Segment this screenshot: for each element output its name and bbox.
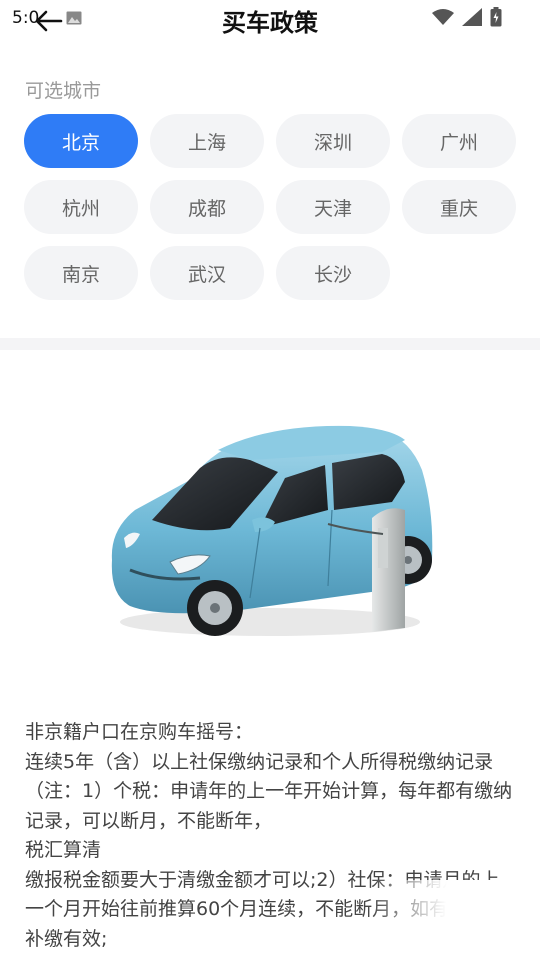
city-chip[interactable]: 重庆 [402, 180, 516, 234]
city-chip[interactable]: 杭州 [24, 180, 138, 234]
page-title: 买车政策 [222, 9, 318, 37]
city-chip[interactable]: 南京 [24, 246, 138, 300]
city-chip[interactable]: 天津 [276, 180, 390, 234]
policy-line: 税汇算清 [25, 839, 102, 861]
city-chip[interactable]: 武汉 [150, 246, 264, 300]
electric-car-illustration [111, 425, 433, 636]
city-chip[interactable]: 北京 [24, 114, 138, 168]
city-selector: 北京 上海 深圳 广州杭州 成都 天津 重庆南京 武汉 长沙 [24, 114, 516, 300]
text-fade-overlay [370, 880, 540, 960]
policy-line: 连续5年（含）以上社保缴纳记录和个人所得税缴纳记录（注：1）个税：申请年的上一年… [25, 750, 513, 832]
policy-line: 非京籍户口在京购车摇号： [25, 721, 254, 743]
section-divider [0, 338, 540, 350]
city-section-label: 可选城市 [25, 80, 102, 102]
city-chip[interactable]: 长沙 [276, 246, 390, 300]
city-chip[interactable]: 成都 [150, 180, 264, 234]
city-chip[interactable]: 深圳 [276, 114, 390, 168]
city-chip[interactable]: 广州 [402, 114, 516, 168]
city-chip[interactable]: 上海 [150, 114, 264, 168]
